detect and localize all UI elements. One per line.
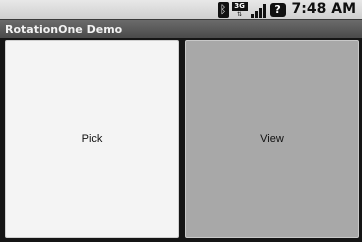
pick-label: Pick [81,133,103,145]
view-button[interactable]: View [185,40,359,238]
signal-strength-icon [250,2,267,18]
pick-button[interactable]: Pick [5,40,179,238]
bluetooth-icon: ᛒ [217,1,229,18]
app-title: RotationOne Demo [5,23,123,36]
status-bar: ᛒ 3G ⇅ ? 7:48 AM [0,0,362,19]
android-screen: ᛒ 3G ⇅ ? 7:48 AM RotationOne Demo Pick V… [0,0,362,242]
network-type-label: 3G [231,1,248,11]
status-clock: 7:48 AM [291,1,356,17]
network-3g-icon: 3G ⇅ [231,1,248,18]
help-icon: ? [269,2,286,18]
view-label: View [260,133,284,145]
app-title-bar: RotationOne Demo [0,19,362,38]
main-content: Pick View [0,38,362,242]
